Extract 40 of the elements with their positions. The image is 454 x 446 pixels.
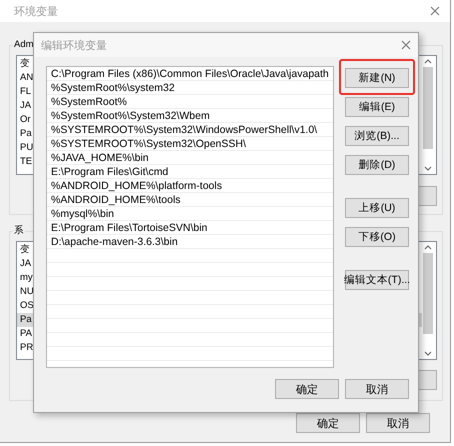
path-row[interactable]: E:\Program Files\Git\cmd [47, 166, 333, 180]
side-button[interactable]: 编辑文本(T)... [345, 270, 409, 290]
scroll-up-icon[interactable] [424, 59, 432, 64]
path-row[interactable]: %SYSTEMROOT%\System32\WindowsPowerShell\v1.0\ [47, 124, 333, 138]
path-row[interactable]: %mysql%\bin [47, 208, 333, 222]
column-header: 变 [19, 243, 31, 257]
column-header: 变 [19, 57, 31, 71]
path-row[interactable]: %SystemRoot%\system32 [47, 82, 333, 96]
path-row[interactable]: %JAVA_HOME%\bin [47, 152, 333, 166]
side-button[interactable]: 下移(O) [345, 227, 409, 247]
window-title: 环境变量 [14, 4, 58, 18]
path-row[interactable]: %SystemRoot%\System32\Wbem [47, 110, 333, 124]
scrollbar-thumb[interactable] [423, 67, 433, 149]
path-row[interactable]: C:\Program Files (x86)\Common Files\Oracle\Java\javapath [47, 68, 333, 82]
dialog-button[interactable]: 取消 [345, 379, 409, 399]
side-button[interactable]: 删除(D) [345, 155, 409, 175]
scroll-down-icon[interactable] [424, 351, 432, 356]
close-icon[interactable] [401, 40, 411, 50]
path-row[interactable]: E:\Program Files\TortoiseSVN\bin [47, 222, 333, 236]
dialog-button[interactable]: 确定 [296, 413, 360, 433]
group-label: Adm [13, 38, 35, 52]
scrollbar[interactable] [422, 59, 434, 171]
dialog-title: 编辑环境变量 [41, 38, 107, 52]
group-label: 系 [13, 224, 25, 238]
dialog-button[interactable]: 确定 [275, 379, 339, 399]
side-button[interactable]: 编辑(E) [345, 97, 409, 117]
dialog-button[interactable]: 取消 [366, 413, 430, 433]
side-button[interactable]: 新建(N) [345, 68, 409, 88]
scroll-up-icon[interactable] [424, 245, 432, 250]
side-button[interactable]: 上移(U) [345, 198, 409, 218]
path-row[interactable]: %SystemRoot% [47, 96, 333, 110]
side-button[interactable]: 浏览(B)... [345, 126, 409, 146]
path-row[interactable]: %SYSTEMROOT%\System32\OpenSSH\ [47, 138, 333, 152]
scrollbar[interactable] [422, 245, 434, 356]
scroll-down-icon[interactable] [424, 166, 432, 171]
path-row[interactable]: %ANDROID_HOME%\platform-tools [47, 180, 333, 194]
close-icon[interactable] [430, 6, 440, 16]
path-row[interactable]: D:\apache-maven-3.6.3\bin [47, 236, 333, 250]
scrollbar-thumb[interactable] [423, 253, 433, 334]
path-row[interactable]: %ANDROID_HOME%\tools [47, 194, 333, 208]
